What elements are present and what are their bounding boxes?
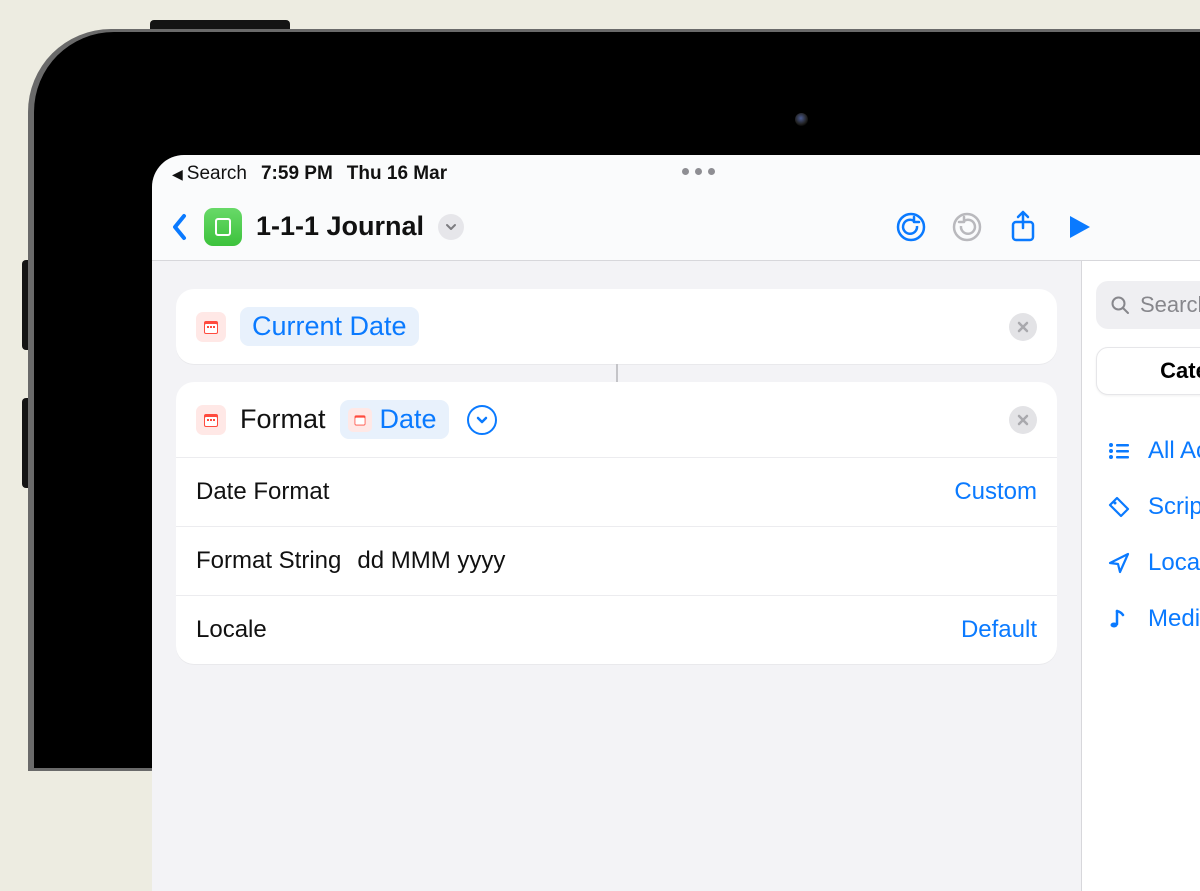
search-placeholder: Search for apps [1140,292,1200,318]
back-caret-icon: ◀ [172,166,183,183]
status-bar: ◀ Search 7:59 PM Thu 16 Mar [152,155,1200,193]
action-current-date[interactable]: Current Date [176,289,1057,364]
action-format-date[interactable]: Format Date [176,382,1057,664]
sidebar-item-all-actions[interactable]: All Actions [1082,423,1200,479]
row-date-format[interactable]: Date Format Custom [176,457,1057,526]
sidebar-item-label: Scripting [1148,493,1200,521]
music-note-icon [1106,607,1132,631]
back-button[interactable] [170,212,190,242]
breadcrumb-label: Search [187,163,247,185]
breadcrumb-back[interactable]: ◀ Search [172,163,247,185]
camera-icon [795,113,808,126]
actions-sidebar: Search for apps Categories All Actions [1082,261,1200,891]
expand-options-button[interactable] [467,405,497,435]
row-locale[interactable]: Locale Default [176,595,1057,664]
search-icon [1110,295,1130,315]
calendar-icon [196,405,226,435]
toolbar: 1-1-1 Journal [152,193,1200,261]
sidebar-item-media[interactable]: Media [1082,591,1200,647]
multitasking-icon[interactable] [682,168,715,175]
device-frame: ◀ Search 7:59 PM Thu 16 Mar 1-1-1 Journa… [34,32,1200,768]
date-param-token[interactable]: Date [340,400,449,439]
row-format-string[interactable]: Format String dd MMM yyyy [176,526,1057,595]
search-input[interactable]: Search for apps [1096,281,1200,329]
calendar-icon [196,312,226,342]
categories-label: Categories [1160,358,1200,384]
connector-line [616,364,618,382]
sidebar-item-label: All Actions [1148,437,1200,465]
row-label: Date Format [196,478,329,506]
share-button[interactable] [1002,206,1044,248]
category-list: All Actions Scripting Location [1082,423,1200,647]
sidebar-item-location[interactable]: Location [1082,535,1200,591]
sidebar-item-label: Media [1148,605,1200,633]
row-value[interactable]: Custom [954,478,1037,506]
remove-action-button[interactable] [1009,406,1037,434]
row-value[interactable]: dd MMM yyyy [357,547,505,575]
format-label: Format [240,404,326,435]
tab-categories[interactable]: Categories [1096,347,1200,395]
current-date-token[interactable]: Current Date [240,307,419,346]
calendar-icon [348,408,372,432]
redo-button[interactable] [946,206,988,248]
screen: ◀ Search 7:59 PM Thu 16 Mar 1-1-1 Journa… [152,155,1200,891]
sidebar-item-label: Location [1148,549,1200,577]
location-icon [1106,551,1132,575]
actions-canvas: Current Date Format [152,261,1082,891]
tag-icon [1106,495,1132,519]
list-icon [1106,439,1132,463]
undo-button[interactable] [890,206,932,248]
sidebar-item-scripting[interactable]: Scripting [1082,479,1200,535]
title-menu-button[interactable] [438,214,464,240]
remove-action-button[interactable] [1009,313,1037,341]
status-time: 7:59 PM [261,163,333,185]
shortcut-title[interactable]: 1-1-1 Journal [256,211,424,242]
date-param-label: Date [380,404,437,435]
row-label: Locale [196,616,267,644]
play-button[interactable] [1058,206,1100,248]
shortcut-app-icon [204,208,242,246]
row-label: Format String [196,547,341,575]
status-date: Thu 16 Mar [347,163,447,185]
row-value[interactable]: Default [961,616,1037,644]
